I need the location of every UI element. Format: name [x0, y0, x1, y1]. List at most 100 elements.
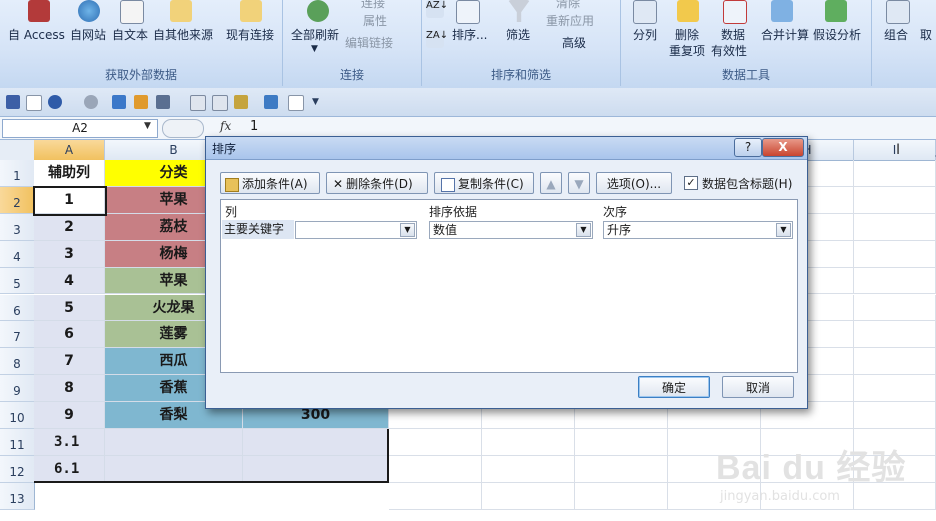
undo-icon[interactable]: [48, 95, 62, 109]
existing-connections-button[interactable]: 现有连接: [226, 26, 274, 43]
sort-az-icon[interactable]: AZ↓: [426, 0, 448, 18]
from-access-button[interactable]: 自 Access: [8, 26, 65, 43]
move-up-button[interactable]: ▲: [540, 172, 562, 194]
move-down-button[interactable]: ▼: [568, 172, 590, 194]
delete-level-button[interactable]: ✕ 删除条件(D): [326, 172, 428, 194]
redo-icon[interactable]: [84, 95, 98, 109]
ok-button[interactable]: 确定: [638, 376, 710, 398]
header-cell-a[interactable]: 辅助列: [34, 160, 105, 187]
row-header-6[interactable]: 6: [0, 294, 35, 322]
chevron-down-icon[interactable]: ▼: [576, 223, 591, 237]
empty-cell[interactable]: [854, 375, 936, 403]
group-button[interactable]: 组合: [884, 26, 908, 43]
empty-cell[interactable]: [854, 294, 936, 322]
add-level-button[interactable]: 添加条件(A): [220, 172, 320, 194]
row-header-5[interactable]: 5: [0, 267, 35, 295]
column-header-a[interactable]: A: [34, 140, 105, 161]
empty-cell[interactable]: [854, 348, 936, 376]
cell-a[interactable]: 9: [34, 402, 105, 429]
cancel-button[interactable]: 取消: [722, 376, 794, 398]
row-header-12[interactable]: 12: [0, 455, 35, 483]
cell-a[interactable]: 2: [34, 213, 105, 241]
ungroup-button[interactable]: 取: [920, 26, 932, 43]
sort-column-select[interactable]: ▼: [295, 221, 417, 239]
empty-cell[interactable]: [575, 455, 668, 483]
name-box[interactable]: A2: [2, 119, 158, 138]
select-all-corner[interactable]: [0, 140, 35, 161]
column-header-i[interactable]: I: [854, 140, 936, 161]
empty-cell[interactable]: [389, 482, 482, 510]
options-button[interactable]: 选项(O)...: [596, 172, 672, 194]
save-icon[interactable]: [6, 95, 20, 109]
empty-cell[interactable]: [854, 267, 936, 295]
edit-links-button[interactable]: 编辑链接: [345, 34, 393, 51]
cell-a[interactable]: 7: [34, 348, 105, 376]
remove-duplicates-label-2[interactable]: 重复项: [669, 42, 705, 59]
data-validation-button[interactable]: 数据: [721, 26, 745, 43]
customize-qat-icon[interactable]: ▼: [312, 97, 322, 107]
cell-a[interactable]: 8: [34, 375, 105, 403]
empty-cell[interactable]: [854, 402, 936, 429]
cell-a[interactable]: 5: [34, 294, 105, 322]
empty-cell[interactable]: [854, 240, 936, 268]
consolidate-button[interactable]: 合并计算: [761, 26, 809, 43]
form-icon[interactable]: [190, 95, 206, 111]
empty-cell[interactable]: [389, 429, 482, 456]
cell-a[interactable]: 3: [34, 240, 105, 268]
copy-level-button[interactable]: 复制条件(C): [434, 172, 534, 194]
advanced-button[interactable]: 高级: [562, 34, 586, 51]
dropdown-icon[interactable]: ▼: [311, 44, 318, 54]
chart-icon[interactable]: [134, 95, 148, 109]
connections-button[interactable]: 连接: [361, 0, 385, 11]
remove-duplicates-button[interactable]: 删除: [675, 26, 699, 43]
empty-cell[interactable]: [482, 455, 575, 483]
empty-cell[interactable]: [389, 455, 482, 483]
help-button[interactable]: ?: [734, 138, 762, 157]
empty-cell[interactable]: [854, 186, 936, 214]
empty-cell[interactable]: [575, 429, 668, 456]
refresh-all-button[interactable]: 全部刷新: [291, 26, 339, 43]
text-to-columns-button[interactable]: 分列: [633, 26, 657, 43]
new-icon[interactable]: [26, 95, 42, 111]
chevron-down-icon[interactable]: ▼: [776, 223, 791, 237]
sort-za-icon[interactable]: ZA↓: [426, 30, 448, 48]
row-header-2[interactable]: 2: [0, 186, 35, 214]
data-validation-label-2[interactable]: 有效性: [711, 42, 747, 59]
order-select[interactable]: 升序 ▼: [603, 221, 793, 239]
filter-button[interactable]: 筛选: [506, 26, 530, 43]
properties-button[interactable]: 属性: [363, 12, 387, 29]
row-header-8[interactable]: 8: [0, 348, 35, 376]
from-web-button[interactable]: 自网站: [70, 26, 106, 43]
empty-cell[interactable]: [482, 482, 575, 510]
insert-function-icon[interactable]: fx: [220, 119, 231, 133]
header-checkbox[interactable]: ✓: [684, 176, 698, 190]
row-header-7[interactable]: 7: [0, 321, 35, 349]
clear-button[interactable]: 清除: [556, 0, 580, 11]
what-if-analysis-button[interactable]: 假设分析: [813, 26, 861, 43]
tools-icon[interactable]: [234, 95, 248, 109]
from-other-sources-button[interactable]: 自其他来源: [153, 26, 213, 43]
print-preview-icon[interactable]: [288, 95, 304, 111]
from-text-button[interactable]: 自文本: [112, 26, 148, 43]
empty-cell[interactable]: [575, 482, 668, 510]
reapply-button[interactable]: 重新应用: [546, 12, 594, 29]
row-header-10[interactable]: 10: [0, 402, 35, 429]
cell-a[interactable]: 4: [34, 267, 105, 295]
empty-cell[interactable]: [854, 213, 936, 241]
sort-on-select[interactable]: 数值 ▼: [429, 221, 593, 239]
chevron-down-icon[interactable]: ▼: [400, 223, 415, 237]
edit-icon[interactable]: [156, 95, 170, 109]
cell-a[interactable]: 6: [34, 321, 105, 349]
sort-icon[interactable]: [112, 95, 126, 109]
sort-button[interactable]: 排序...: [452, 26, 487, 43]
row-header-3[interactable]: 3: [0, 213, 35, 241]
row-header-11[interactable]: 11: [0, 429, 35, 456]
formula-input[interactable]: 1: [250, 119, 258, 134]
table-icon[interactable]: [212, 95, 228, 111]
spelling-icon[interactable]: [264, 95, 278, 109]
row-header-1[interactable]: 1: [0, 160, 35, 187]
empty-cell[interactable]: [482, 429, 575, 456]
close-button[interactable]: X: [762, 138, 804, 157]
name-box-dropdown-icon[interactable]: ▼: [144, 121, 151, 131]
row-header-13[interactable]: 13: [0, 482, 35, 510]
